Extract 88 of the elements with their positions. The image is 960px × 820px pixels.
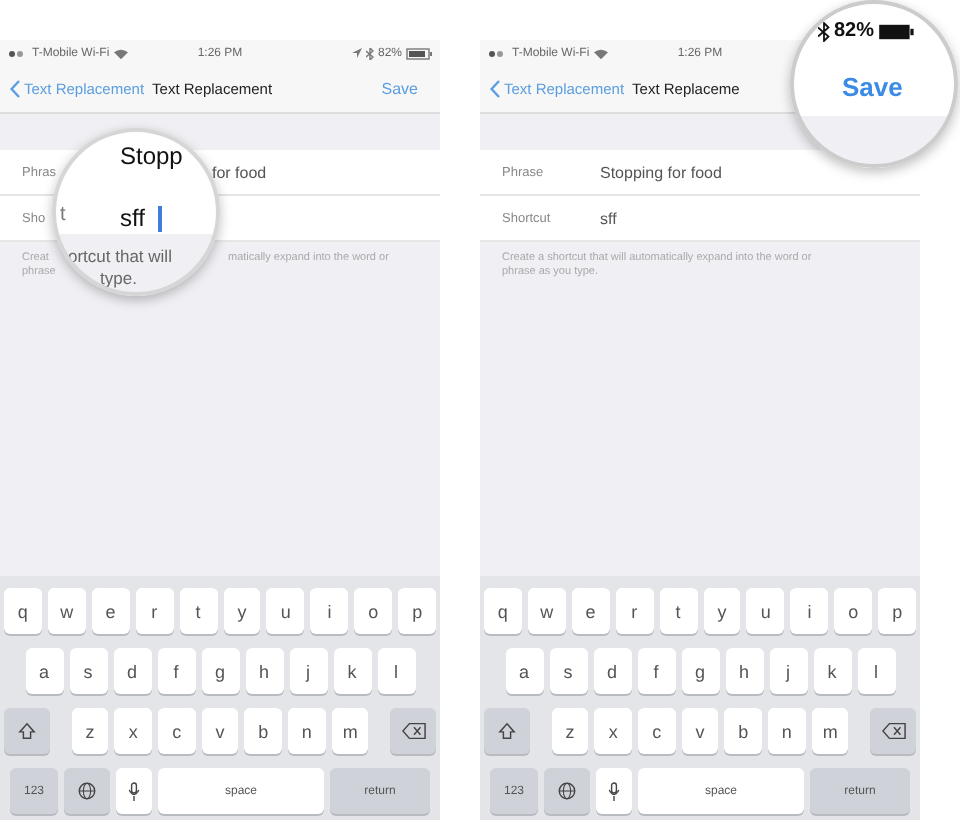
save-button[interactable]: Save <box>842 72 903 102</box>
bluetooth-icon <box>818 21 830 41</box>
letter-key[interactable]: e <box>571 588 610 634</box>
letter-key[interactable]: t <box>179 588 217 634</box>
delete-key[interactable] <box>870 708 917 754</box>
letter-key[interactable]: p <box>878 588 917 634</box>
letter-key[interactable]: x <box>114 708 152 754</box>
letter-key[interactable]: j <box>769 648 807 694</box>
letter-key[interactable]: v <box>681 708 719 754</box>
chevron-icon <box>10 80 20 98</box>
letter-key[interactable]: s <box>69 648 107 694</box>
letter-key[interactable]: r <box>615 588 654 634</box>
delete-icon <box>401 722 426 740</box>
magnified-text: sff <box>120 204 145 232</box>
letter-key[interactable]: j <box>289 648 327 694</box>
letter-key[interactable]: o <box>834 588 873 634</box>
letter-key[interactable]: k <box>813 648 851 694</box>
shift-icon <box>17 722 36 740</box>
letter-key[interactable]: h <box>725 648 763 694</box>
delete-key[interactable] <box>390 708 437 754</box>
letter-key[interactable]: m <box>331 708 369 754</box>
letter-key[interactable]: i <box>790 588 829 634</box>
bluetooth-icon <box>365 47 374 59</box>
microphone-icon <box>608 781 620 801</box>
letter-key[interactable]: n <box>288 708 326 754</box>
globe-key[interactable] <box>544 768 590 814</box>
signal-icon <box>8 49 28 57</box>
letter-key[interactable]: w <box>47 588 86 634</box>
microphone-key[interactable] <box>596 768 632 814</box>
letter-key[interactable]: y <box>703 588 741 634</box>
letter-key[interactable]: b <box>724 708 763 754</box>
letter-key[interactable]: c <box>157 708 196 754</box>
letter-key[interactable]: p <box>398 588 437 634</box>
field-value[interactable]: Stopping for food <box>600 163 722 181</box>
letter-key[interactable]: b <box>244 708 283 754</box>
letter-key[interactable]: s <box>549 648 587 694</box>
letter-key[interactable]: t <box>659 588 697 634</box>
letter-key[interactable]: d <box>113 648 151 694</box>
wifi-icon <box>113 47 128 59</box>
letter-key[interactable]: g <box>681 648 719 694</box>
globe-icon <box>78 782 96 800</box>
magnified-text: t <box>60 204 66 226</box>
letter-key[interactable]: c <box>637 708 676 754</box>
letter-key[interactable]: x <box>594 708 632 754</box>
delete-icon <box>881 722 906 740</box>
letter-key[interactable]: d <box>593 648 631 694</box>
letter-key[interactable]: l <box>377 648 415 694</box>
microphone-key[interactable] <box>116 768 152 814</box>
letter-key[interactable]: i <box>310 588 349 634</box>
signal-icon <box>488 49 508 57</box>
magnified-text: type. <box>100 268 137 288</box>
field-value[interactable]: for food <box>212 163 440 181</box>
chevron-icon <box>490 80 500 98</box>
location-icon <box>351 48 362 58</box>
letter-key[interactable]: r <box>135 588 174 634</box>
letter-key[interactable]: k <box>333 648 371 694</box>
shift-key[interactable] <box>483 708 530 754</box>
letter-key[interactable]: v <box>201 708 239 754</box>
wifi-icon <box>593 47 608 59</box>
letter-key[interactable]: y <box>223 588 261 634</box>
field-value[interactable]: sff <box>600 209 617 227</box>
letter-key[interactable]: f <box>157 648 195 694</box>
magnified-text: Stopp <box>120 142 183 170</box>
letter-key[interactable]: q <box>3 588 42 634</box>
globe-icon <box>558 782 576 800</box>
letter-key[interactable]: w <box>527 588 566 634</box>
letter-key[interactable]: a <box>25 648 63 694</box>
letter-key[interactable]: l <box>857 648 895 694</box>
letter-key[interactable]: h <box>245 648 283 694</box>
battery-percent: 82% <box>834 20 875 42</box>
battery-icon <box>406 47 432 59</box>
letter-key[interactable]: z <box>71 708 109 754</box>
shift-key[interactable] <box>3 708 50 754</box>
letter-key[interactable]: f <box>637 648 675 694</box>
letter-key[interactable]: e <box>91 588 130 634</box>
battery-icon <box>878 23 915 39</box>
letter-key[interactable]: o <box>354 588 393 634</box>
microphone-icon <box>128 781 140 801</box>
letter-key[interactable]: a <box>505 648 543 694</box>
letter-key[interactable]: z <box>551 708 589 754</box>
letter-key[interactable]: g <box>201 648 239 694</box>
letter-key[interactable]: n <box>768 708 806 754</box>
letter-key[interactable]: u <box>266 588 305 634</box>
letter-key[interactable]: u <box>746 588 785 634</box>
letter-key[interactable]: m <box>811 708 849 754</box>
letter-key[interactable]: q <box>483 588 522 634</box>
shift-icon <box>497 722 516 740</box>
globe-key[interactable] <box>64 768 110 814</box>
